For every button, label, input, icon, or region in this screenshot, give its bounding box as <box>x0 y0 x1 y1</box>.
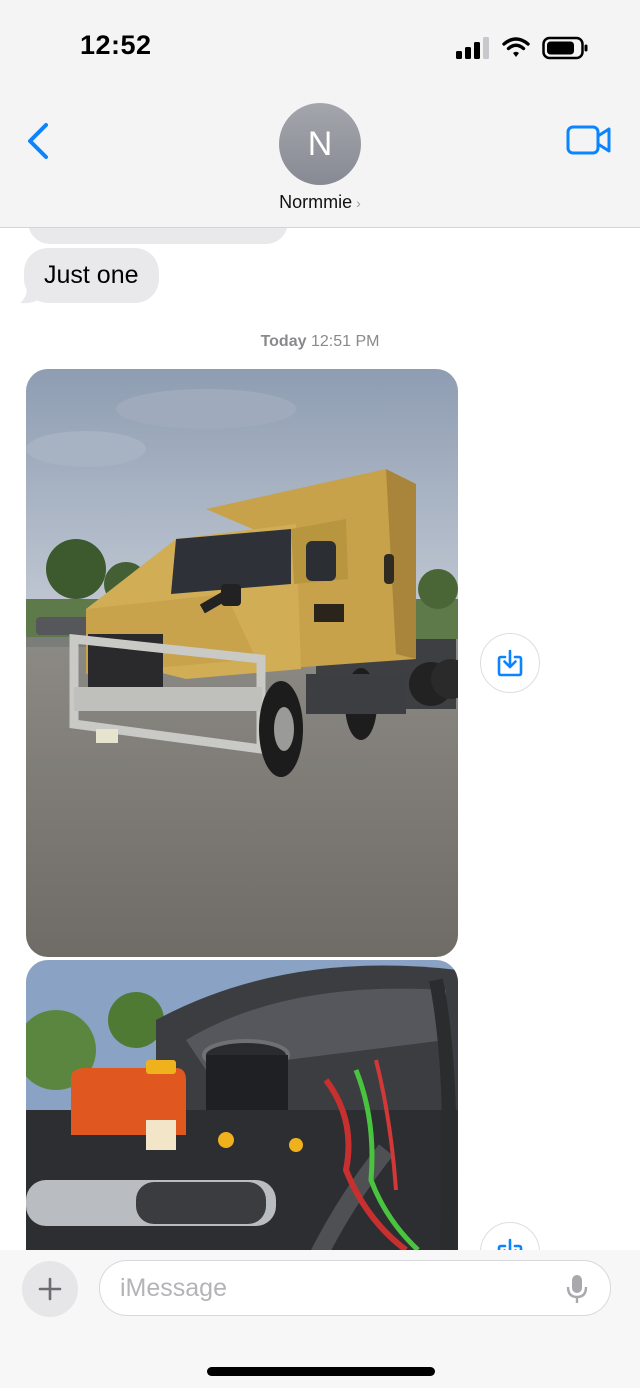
chevron-right-icon: › <box>356 195 361 211</box>
message-thread[interactable]: Just one Today 12:51 PM <box>0 228 640 1250</box>
status-bar: 12:52 <box>0 0 640 96</box>
message-composer <box>0 1250 640 1388</box>
microphone-icon <box>566 1275 588 1303</box>
timestamp-time: 12:51 PM <box>310 333 380 350</box>
facetime-video-button[interactable] <box>566 125 612 160</box>
message-field[interactable] <box>99 1260 611 1316</box>
wifi-icon <box>502 37 530 57</box>
save-photo-button[interactable] <box>480 633 540 693</box>
truck-photo <box>26 369 458 957</box>
message-text: Just one <box>44 261 139 289</box>
video-camera-icon <box>566 125 611 155</box>
home-indicator <box>207 1367 435 1376</box>
apps-plus-button[interactable] <box>22 1261 78 1317</box>
message-input[interactable] <box>118 1269 542 1307</box>
photo-attachment-truck[interactable] <box>26 369 458 957</box>
message-timestamp: Today 12:51 PM <box>0 333 640 351</box>
save-photo-button-2[interactable] <box>480 1222 540 1250</box>
contact-name-button[interactable]: Normmie › <box>0 192 640 213</box>
photo-attachment-engine[interactable] <box>26 960 458 1250</box>
timestamp-day: Today <box>260 333 307 350</box>
plus-icon <box>38 1277 62 1301</box>
cellular-signal-icon <box>456 37 489 59</box>
chevron-left-icon <box>28 123 48 159</box>
contact-name: Normmie <box>279 192 353 212</box>
message-bubble-received[interactable]: Just one <box>24 248 159 303</box>
engine-photo <box>26 960 458 1250</box>
status-time: 12:52 <box>80 30 152 60</box>
battery-icon <box>542 36 588 60</box>
download-icon <box>497 1238 523 1250</box>
previous-message-bubble <box>28 228 288 244</box>
download-icon <box>497 649 523 677</box>
back-button[interactable] <box>26 122 50 160</box>
dictation-button[interactable] <box>566 1274 588 1309</box>
contact-avatar[interactable]: N <box>279 103 361 185</box>
